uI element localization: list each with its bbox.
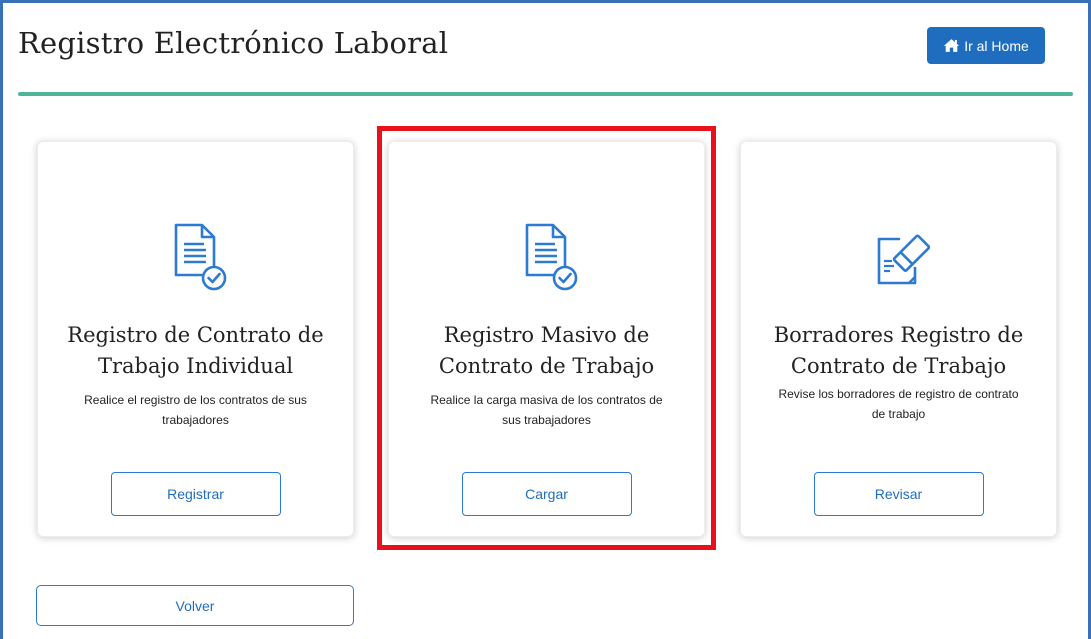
card-registro-individual: Registro de Contrato de Trabajo Individu… <box>37 141 354 537</box>
page-title: Registro Electrónico Laboral <box>18 26 449 60</box>
card-title: Borradores Registro de Contrato de Traba… <box>773 323 1024 378</box>
card-title: Registro de Contrato de Trabajo Individu… <box>67 323 324 378</box>
header-divider <box>18 92 1073 96</box>
card-borradores: Borradores Registro de Contrato de Traba… <box>740 141 1057 537</box>
highlight-box <box>377 126 716 550</box>
document-eraser-icon <box>877 234 930 285</box>
registrar-button[interactable]: Registrar <box>110 472 281 516</box>
home-button[interactable]: Ir al Home <box>927 27 1045 64</box>
home-button-label: Ir al Home <box>964 37 1029 54</box>
revisar-button[interactable]: Revisar <box>813 472 984 516</box>
document-check-icon <box>174 223 226 291</box>
home-icon <box>944 39 960 52</box>
card-description: Realice el registro de los contratos de … <box>84 393 307 427</box>
card-description: Revise los borradores de registro de con… <box>778 387 1019 421</box>
volver-button[interactable]: Volver <box>36 585 354 626</box>
